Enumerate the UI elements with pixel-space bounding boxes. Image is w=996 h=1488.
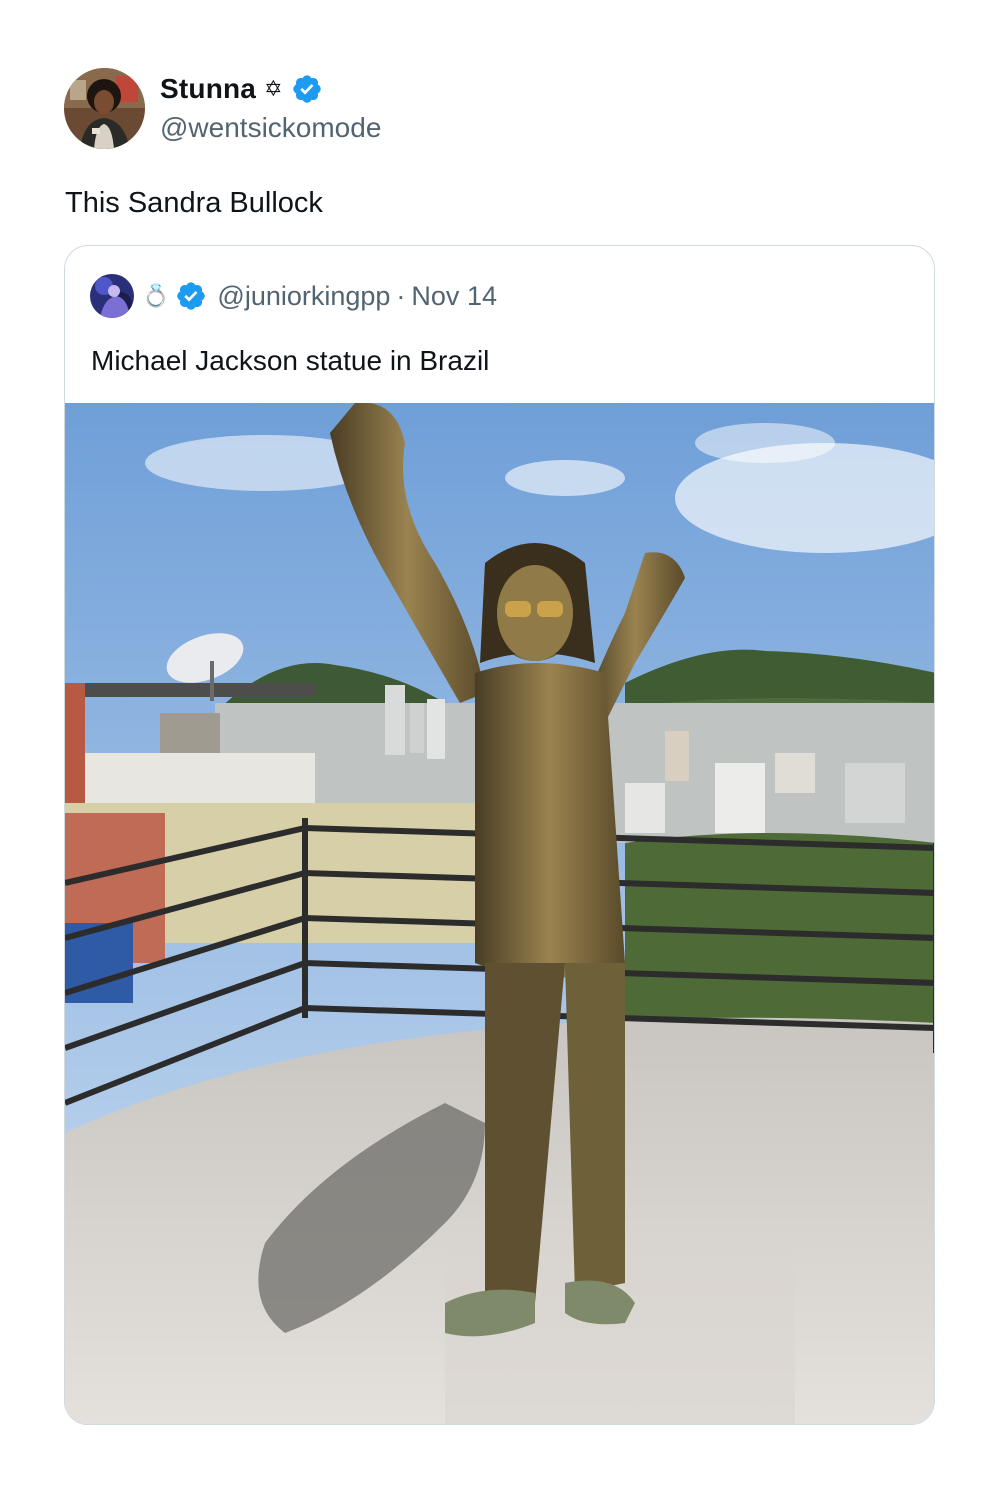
quoted-author-handle[interactable]: @juniorkingpp — [217, 281, 390, 312]
verified-badge-icon — [177, 282, 206, 310]
quoted-tweet-header: 💍 @juniorkingpp · Nov 14 — [90, 274, 497, 318]
tweet-card[interactable]: Stunna ✡ @wentsickomode This Sandra Bull… — [0, 0, 996, 1488]
author-handle[interactable]: @wentsickomode — [160, 109, 381, 147]
author-avatar[interactable] — [64, 67, 145, 149]
verified-badge-icon — [292, 75, 321, 103]
quoted-tweet-date[interactable]: Nov 14 — [411, 281, 497, 312]
author-display-name[interactable]: Stunna — [160, 73, 256, 105]
tweet-header: Stunna ✡ @wentsickomode — [64, 66, 381, 150]
meta-separator: · — [396, 280, 406, 311]
quoted-tweet-text: Michael Jackson statue in Brazil — [91, 345, 490, 376]
quoted-tweet-photo[interactable] — [65, 403, 934, 1424]
quoted-author-avatar[interactable] — [90, 274, 134, 318]
tweet-text: This Sandra Bullock — [65, 187, 323, 219]
ring-emoji: 💍 — [142, 283, 170, 309]
quoted-tweet[interactable]: 💍 @juniorkingpp · Nov 14 Michael Jackson… — [64, 245, 935, 1425]
star-of-david-emoji: ✡ — [264, 76, 283, 102]
